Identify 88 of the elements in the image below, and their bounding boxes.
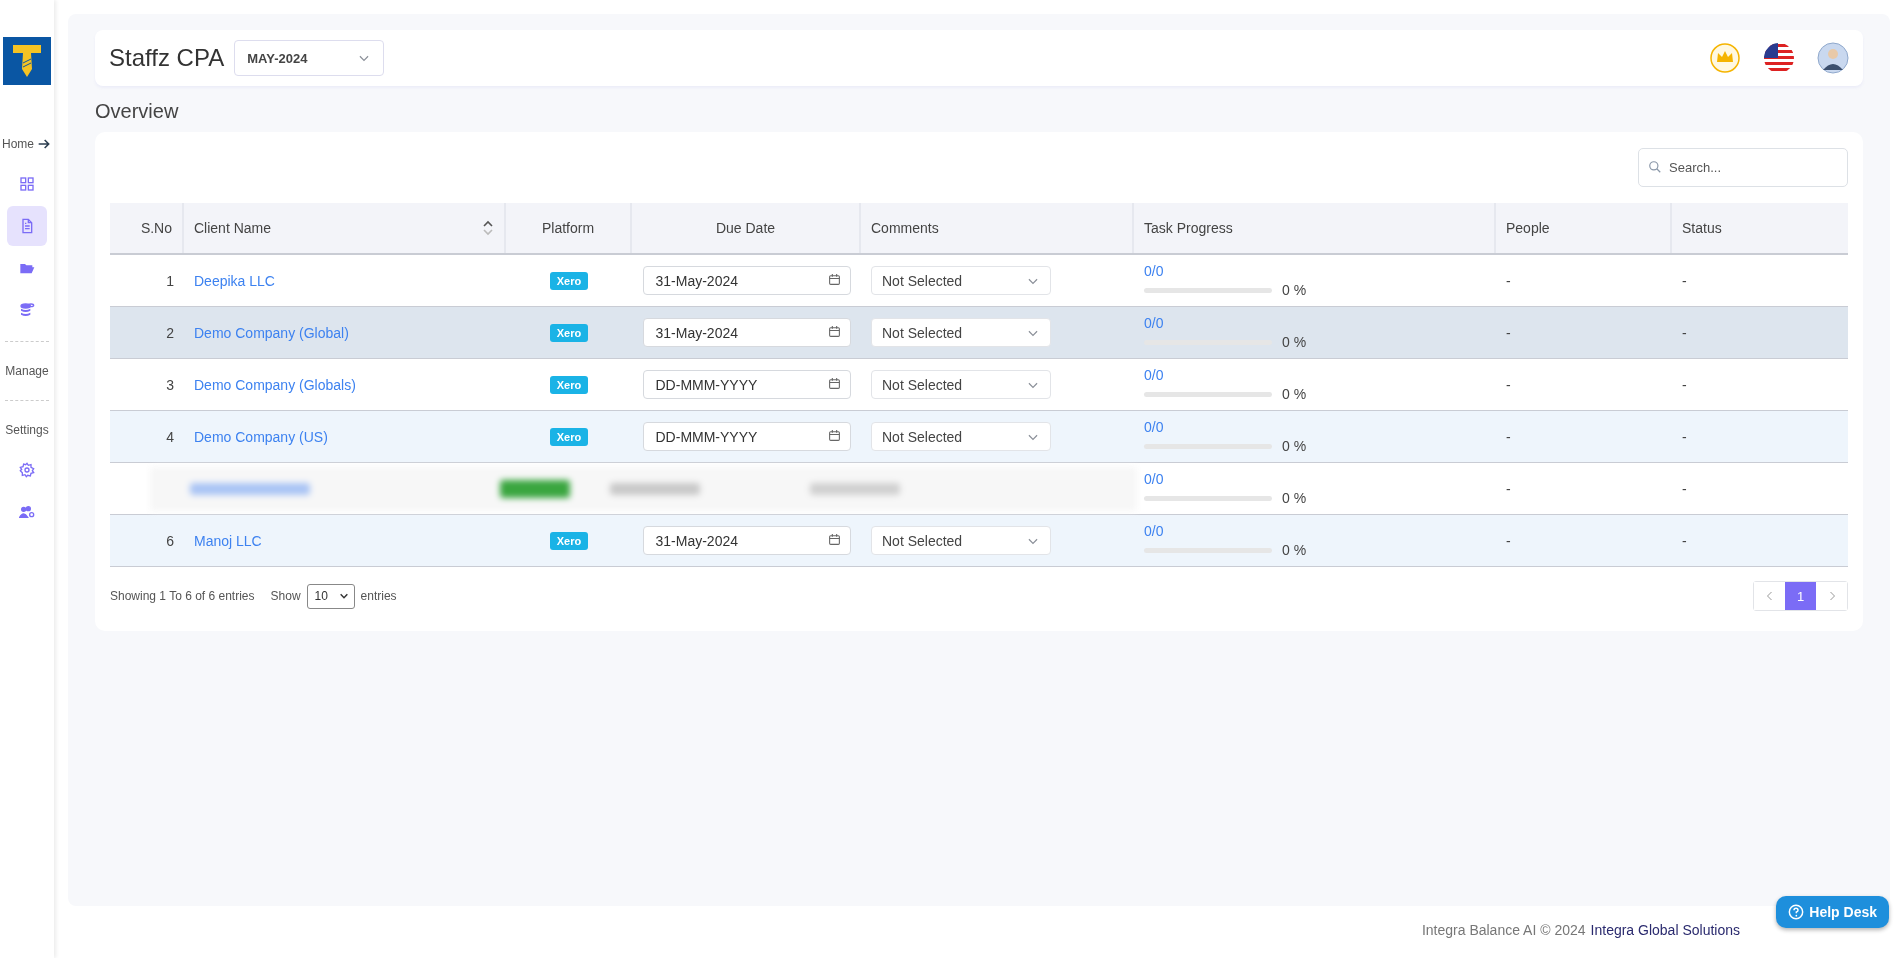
serial-number: 4 (166, 428, 174, 445)
platform-tag: Xero (549, 271, 589, 290)
calendar-icon[interactable] (827, 273, 841, 286)
status-value: - (1682, 428, 1687, 445)
people-value: - (1506, 480, 1511, 497)
serial-number: 2 (166, 324, 174, 341)
sidebar-nav-item[interactable] (7, 206, 47, 246)
status-value: - (1682, 532, 1687, 549)
due-date-field[interactable]: 31-May-2024 (642, 526, 851, 555)
show-label: Show (270, 589, 301, 603)
coins-icon (19, 302, 35, 318)
page-button[interactable]: 1 (1785, 582, 1816, 610)
grid-icon (19, 176, 35, 192)
platform-tag: Xero (549, 427, 589, 446)
avatar-icon[interactable] (1817, 42, 1849, 74)
comments-dropdown[interactable]: Not Selected (871, 318, 1051, 347)
company-link[interactable]: Integra Global Solutions (1590, 922, 1740, 938)
task-count-link[interactable]: 0/0 (1144, 471, 1164, 487)
column-header: People (1506, 220, 1550, 236)
platform-tag: Xero (549, 375, 589, 394)
people-value: - (1506, 324, 1511, 341)
column-header: Due Date (715, 220, 776, 236)
us-flag-icon[interactable] (1763, 42, 1795, 74)
comments-dropdown[interactable]: Not Selected (871, 422, 1051, 451)
people-gear-icon (19, 504, 35, 520)
comments-dropdown[interactable]: Not Selected (871, 526, 1051, 555)
progress-percent: 0 % (1282, 542, 1307, 558)
due-date-field[interactable]: DD-MMM-YYYY (642, 422, 851, 451)
entries-summary: Showing 1 To 6 of 6 entries (110, 589, 255, 603)
table-row[interactable]: 6 Manoj LLC Xero 31-May-2024 Not Selected 0/0 0 % - - (110, 515, 1848, 567)
people-value: - (1506, 376, 1511, 393)
task-count-link[interactable]: 0/0 (1144, 367, 1164, 383)
sort-icon[interactable] (482, 220, 494, 236)
entries-label: entries (360, 589, 397, 603)
progress-percent: 0 % (1282, 386, 1307, 402)
platform-tag: Xero (549, 531, 589, 550)
calendar-icon[interactable] (827, 377, 841, 390)
status-value: - (1682, 324, 1687, 341)
due-date-field[interactable]: 31-May-2024 (642, 318, 851, 347)
task-count-link[interactable]: 0/0 (1144, 523, 1164, 539)
column-header: S.No (140, 220, 172, 236)
sidebar-heading: Home (2, 137, 34, 151)
progress-percent: 0 % (1282, 490, 1307, 506)
serial-number: 3 (166, 376, 174, 393)
client-link[interactable]: Demo Company (Globals) (194, 376, 356, 393)
progress-percent: 0 % (1282, 334, 1307, 350)
sidebar-heading: Settings (5, 423, 49, 437)
chevron-down-icon (338, 591, 349, 601)
serial-number: 6 (166, 532, 174, 549)
calendar-icon[interactable] (827, 429, 841, 442)
status-value: - (1682, 272, 1687, 289)
serial-number: 1 (166, 272, 174, 289)
column-header: Platform (541, 220, 595, 236)
page-size-select[interactable]: 10 (306, 583, 355, 609)
table-row[interactable]: 4 Demo Company (US) Xero DD-MMM-YYYY Not Selected 0/0 0 % - - (110, 411, 1848, 463)
comments-dropdown[interactable]: Not Selected (871, 370, 1051, 399)
column-header: Client Name (194, 220, 272, 236)
column-header: Status (1682, 220, 1722, 236)
progress-percent: 0 % (1282, 438, 1307, 454)
company-name: Staffz CPA (109, 44, 225, 72)
document-icon (19, 218, 35, 234)
sidebar-heading: Manage (5, 364, 49, 378)
gear-icon (19, 462, 35, 478)
due-date-field[interactable]: DD-MMM-YYYY (642, 370, 851, 399)
tie-logo-icon (3, 37, 51, 85)
help-icon (1788, 904, 1805, 920)
search-field[interactable]: Search... (1638, 148, 1848, 187)
task-count-link[interactable]: 0/0 (1144, 419, 1164, 435)
people-value: - (1506, 428, 1511, 445)
platform-tag: Xero (549, 323, 589, 342)
client-link[interactable]: Deepika LLC (194, 272, 275, 289)
page-title: Overview (95, 100, 180, 123)
status-value: - (1682, 480, 1687, 497)
column-header: Task Progress (1144, 220, 1233, 236)
due-date-field[interactable]: 31-May-2024 (642, 266, 851, 295)
copyright-text: Integra Balance AI © 2024 (1421, 922, 1586, 938)
people-value: - (1506, 272, 1511, 289)
calendar-icon[interactable] (827, 325, 841, 338)
column-header: Comments (871, 220, 939, 236)
calendar-icon[interactable] (827, 533, 841, 546)
status-value: - (1682, 376, 1687, 393)
comments-dropdown[interactable]: Not Selected (871, 266, 1051, 295)
table-row[interactable]: 2 Demo Company (Global) Xero 31-May-2024 Not Selected 0/0 0 % - - (110, 307, 1848, 359)
task-count-link[interactable]: 0/0 (1144, 263, 1164, 279)
search-icon (1648, 160, 1662, 174)
period-dropdown[interactable]: MAY-2024 (234, 40, 385, 76)
progress-percent: 0 % (1282, 282, 1307, 298)
people-value: - (1506, 532, 1511, 549)
